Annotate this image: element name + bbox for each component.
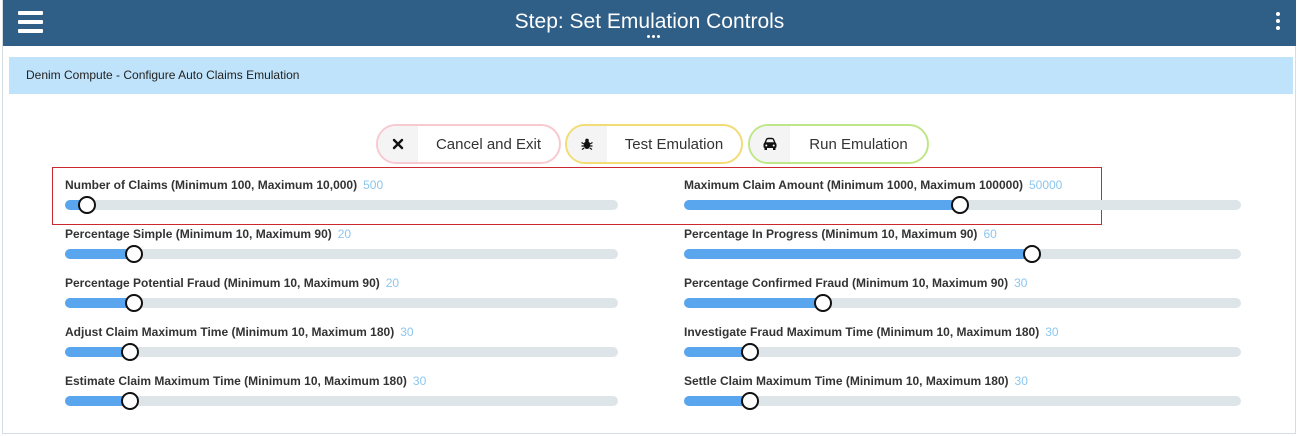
slider-thumb[interactable] (78, 196, 96, 214)
slider-label: Estimate Claim Maximum Time (Minimum 10,… (65, 374, 407, 388)
slider-value: 30 (1014, 374, 1028, 388)
slider-value: 30 (1045, 325, 1059, 339)
cancel-button-label: Cancel and Exit (435, 135, 542, 153)
investigate-fraud-max-time-control: Investigate Fraud Maximum Time (Minimum … (684, 325, 1241, 361)
slider-label: Investigate Fraud Maximum Time (Minimum … (684, 325, 1040, 339)
top-bar: Step: Set Emulation Controls (3, 0, 1296, 46)
slider-fill (65, 249, 134, 259)
cancel-and-exit-button[interactable]: Cancel and Exit (376, 124, 561, 164)
slider-label: Percentage Confirmed Fraud (Minimum 10, … (684, 276, 1009, 290)
slider-track[interactable] (684, 392, 1241, 410)
slider-track[interactable] (65, 392, 618, 410)
slider-thumb[interactable] (121, 392, 139, 410)
page-title: Step: Set Emulation Controls (514, 10, 785, 33)
percentage-confirmed-fraud-control: Percentage Confirmed Fraud (Minimum 10, … (684, 276, 1241, 312)
slider-thumb[interactable] (741, 343, 759, 361)
percentage-in-progress-control: Percentage In Progress (Minimum 10, Maxi… (684, 227, 1241, 263)
slider-track[interactable] (684, 294, 1241, 312)
slider-label: Settle Claim Maximum Time (Minimum 10, M… (684, 374, 1009, 388)
test-emulation-button[interactable]: Test Emulation (565, 124, 743, 164)
slider-label: Percentage Simple (Minimum 10, Maximum 9… (65, 227, 332, 241)
bug-icon (567, 126, 607, 162)
slider-value: 20 (385, 276, 400, 290)
slider-label: Adjust Claim Maximum Time (Minimum 10, M… (65, 325, 395, 339)
slider-thumb[interactable] (1023, 245, 1041, 263)
slider-value: 30 (412, 374, 427, 388)
slider-thumb[interactable] (121, 343, 139, 361)
close-x-icon (378, 126, 418, 162)
slider-value: 50000 (1028, 178, 1063, 192)
slider-track[interactable] (65, 294, 618, 312)
test-button-label: Test Emulation (624, 135, 724, 153)
breadcrumb: Denim Compute - Configure Auto Claims Em… (9, 57, 1293, 94)
number-of-claims-control: Number of Claims (Minimum 100, Maximum 1… (65, 178, 618, 214)
slider-thumb[interactable] (814, 294, 832, 312)
vertical-dots-icon[interactable] (1275, 12, 1281, 34)
horizontal-dots-icon[interactable] (647, 35, 667, 41)
slider-track[interactable] (684, 245, 1241, 263)
slider-value: 500 (363, 178, 384, 192)
run-emulation-button[interactable]: Run Emulation (748, 124, 929, 164)
maximum-claim-amount-control: Maximum Claim Amount (Minimum 1000, Maxi… (684, 178, 1241, 214)
slider-value: 30 (1014, 276, 1028, 290)
slider-thumb[interactable] (125, 294, 143, 312)
run-button-label: Run Emulation (809, 135, 908, 153)
slider-value: 20 (337, 227, 352, 241)
slider-fill (65, 298, 134, 308)
slider-track[interactable] (684, 343, 1241, 361)
percentage-simple-control: Percentage Simple (Minimum 10, Maximum 9… (65, 227, 618, 263)
slider-track[interactable] (65, 245, 618, 263)
slider-fill (684, 298, 823, 308)
slider-label: Number of Claims (Minimum 100, Maximum 1… (65, 178, 358, 192)
slider-label: Percentage In Progress (Minimum 10, Maxi… (684, 227, 978, 241)
slider-thumb[interactable] (741, 392, 759, 410)
adjust-claim-max-time-control: Adjust Claim Maximum Time (Minimum 10, M… (65, 325, 618, 361)
slider-label: Maximum Claim Amount (Minimum 1000, Maxi… (684, 178, 1023, 192)
slider-thumb[interactable] (125, 245, 143, 263)
highlight-box (52, 167, 1102, 225)
settle-claim-max-time-control: Settle Claim Maximum Time (Minimum 10, M… (684, 374, 1241, 410)
slider-fill (684, 249, 1032, 259)
slider-track[interactable] (684, 196, 1241, 214)
slider-label: Percentage Potential Fraud (Minimum 10, … (65, 276, 380, 290)
slider-fill (684, 200, 960, 210)
slider-thumb[interactable] (951, 196, 969, 214)
percentage-potential-fraud-control: Percentage Potential Fraud (Minimum 10, … (65, 276, 618, 312)
car-icon (750, 126, 790, 162)
slider-value: 30 (400, 325, 414, 339)
slider-value: 60 (983, 227, 997, 241)
slider-track[interactable] (65, 343, 618, 361)
slider-track[interactable] (65, 196, 618, 214)
estimate-claim-max-time-control: Estimate Claim Maximum Time (Minimum 10,… (65, 374, 618, 410)
